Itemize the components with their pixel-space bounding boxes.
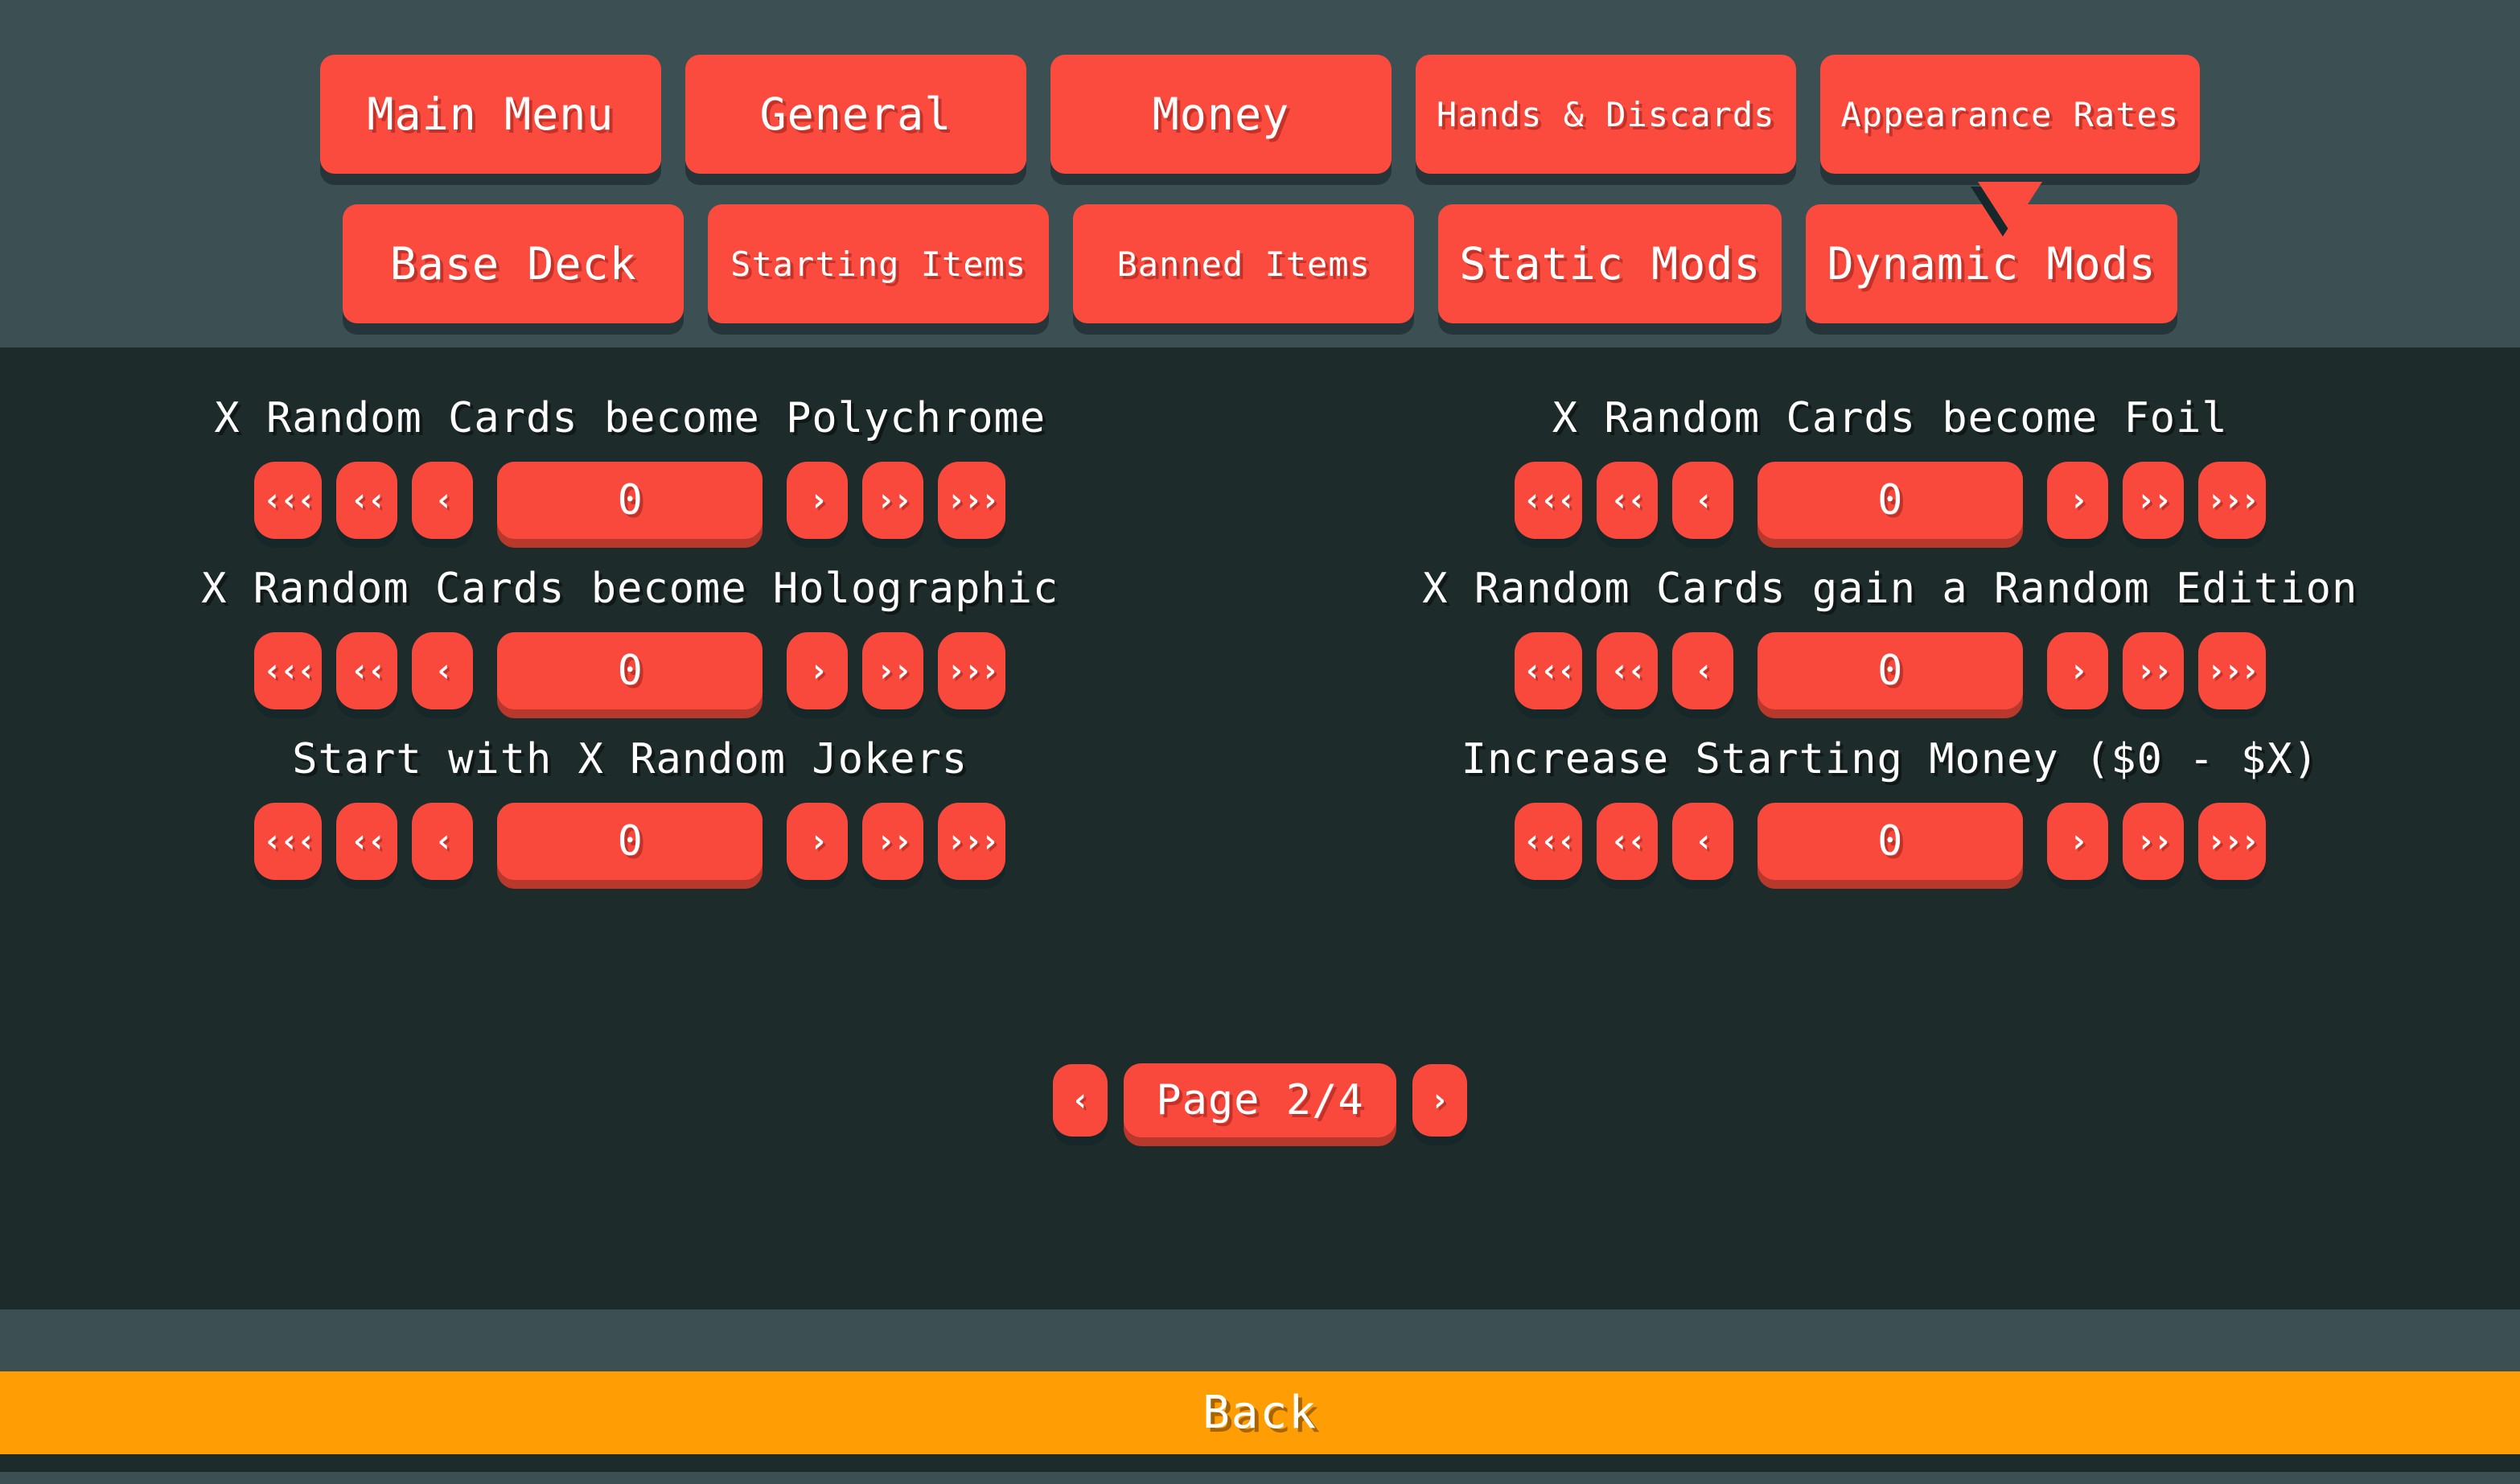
tab-hands-discards[interactable]: Hands & Discards bbox=[1415, 55, 1796, 174]
decrement-large-button[interactable]: ‹‹‹ bbox=[1514, 632, 1582, 709]
increment-small-button[interactable]: › bbox=[2046, 632, 2108, 709]
decrement-medium-button[interactable]: ‹‹ bbox=[336, 632, 398, 709]
value-stepper: ‹‹‹ ‹‹ ‹ 0 › ›› ››› bbox=[0, 632, 1260, 709]
increment-large-button[interactable]: ››› bbox=[938, 803, 1006, 880]
value-stepper: ‹‹‹ ‹‹ ‹ 0 › ›› ››› bbox=[0, 803, 1260, 880]
value-stepper: ‹‹‹ ‹‹ ‹ 0 › ›› ››› bbox=[1260, 462, 2520, 539]
increment-medium-button[interactable]: ›› bbox=[2122, 462, 2184, 539]
tab-row-secondary: Base Deck Starting Items Banned Items Stati… bbox=[0, 204, 2520, 323]
increment-large-button[interactable]: ››› bbox=[938, 462, 1006, 539]
decrement-large-button[interactable]: ‹‹‹ bbox=[254, 462, 323, 539]
setting-row: Increase Starting Money ($0 - $X) ‹‹‹ ‹‹ ‹ 0… bbox=[1260, 735, 2520, 880]
decrement-medium-button[interactable]: ‹‹ bbox=[1596, 462, 1658, 539]
back-button-shadow bbox=[0, 1454, 2520, 1472]
setting-row: X Random Cards become Holographic ‹‹‹ ‹‹ ‹ 0… bbox=[0, 565, 1260, 709]
stepper-value[interactable]: 0 bbox=[497, 462, 763, 539]
stepper-value[interactable]: 0 bbox=[1757, 462, 2023, 539]
decrement-small-button[interactable]: ‹ bbox=[1671, 803, 1733, 880]
setting-row: X Random Cards become Polychrome ‹‹‹ ‹‹ ‹ 0 ›… bbox=[0, 394, 1260, 539]
setting-label: Start with X Random Jokers bbox=[292, 735, 968, 783]
increment-small-button[interactable]: › bbox=[787, 803, 849, 880]
stepper-value[interactable]: 0 bbox=[497, 803, 763, 880]
tab-static-mods[interactable]: Static Mods bbox=[1438, 204, 1782, 323]
setting-label: X Random Cards gain a Random Edition bbox=[1422, 565, 2358, 613]
active-tab-pointer-icon bbox=[1977, 182, 2042, 232]
pagination-next-button[interactable]: › bbox=[1412, 1064, 1467, 1137]
setting-label: X Random Cards become Holographic bbox=[201, 565, 1059, 613]
decrement-small-button[interactable]: ‹ bbox=[412, 632, 474, 709]
increment-medium-button[interactable]: ›› bbox=[862, 462, 924, 539]
footer-spacer bbox=[0, 1309, 2520, 1371]
setting-row: X Random Cards become Foil ‹‹‹ ‹‹ ‹ 0 › ›› ››› bbox=[1260, 394, 2520, 539]
value-stepper: ‹‹‹ ‹‹ ‹ 0 › ›› ››› bbox=[1260, 803, 2520, 880]
settings-panel: X Random Cards become Polychrome ‹‹‹ ‹‹ ‹ 0 ›… bbox=[0, 347, 2520, 1309]
decrement-large-button[interactable]: ‹‹‹ bbox=[254, 632, 323, 709]
decrement-small-button[interactable]: ‹ bbox=[412, 462, 474, 539]
increment-large-button[interactable]: ››› bbox=[938, 632, 1006, 709]
decrement-medium-button[interactable]: ‹‹ bbox=[336, 803, 398, 880]
tab-banned-items[interactable]: Banned Items bbox=[1073, 204, 1415, 323]
tab-base-deck[interactable]: Base Deck bbox=[343, 204, 684, 323]
value-stepper: ‹‹‹ ‹‹ ‹ 0 › ›› ››› bbox=[0, 462, 1260, 539]
value-stepper: ‹‹‹ ‹‹ ‹ 0 › ›› ››› bbox=[1260, 632, 2520, 709]
back-button[interactable]: Back bbox=[0, 1371, 2520, 1454]
decrement-medium-button[interactable]: ‹‹ bbox=[1596, 632, 1658, 709]
decrement-medium-button[interactable]: ‹‹ bbox=[1596, 803, 1658, 880]
tab-header: Main Menu General Money Hands & Discards App… bbox=[0, 0, 2520, 347]
settings-column-left: X Random Cards become Polychrome ‹‹‹ ‹‹ ‹ 0 ›… bbox=[0, 347, 1260, 906]
decrement-small-button[interactable]: ‹ bbox=[1671, 462, 1733, 539]
tab-appearance-rates[interactable]: Appearance Rates bbox=[1819, 55, 2201, 232]
settings-column-right: X Random Cards become Foil ‹‹‹ ‹‹ ‹ 0 › ›› ››› X… bbox=[1260, 347, 2520, 906]
setting-row: Start with X Random Jokers ‹‹‹ ‹‹ ‹ 0 › ›› ››› bbox=[0, 735, 1260, 880]
increment-small-button[interactable]: › bbox=[787, 462, 849, 539]
increment-medium-button[interactable]: ›› bbox=[2122, 803, 2184, 880]
tab-money[interactable]: Money bbox=[1050, 55, 1392, 174]
tab-main-menu[interactable]: Main Menu bbox=[319, 55, 661, 174]
increment-medium-button[interactable]: ›› bbox=[862, 803, 924, 880]
tab-row-primary: Main Menu General Money Hands & Discards App… bbox=[0, 55, 2520, 232]
decrement-large-button[interactable]: ‹‹‹ bbox=[254, 803, 323, 880]
setting-label: X Random Cards become Polychrome bbox=[214, 394, 1046, 442]
tab-starting-items[interactable]: Starting Items bbox=[708, 204, 1050, 323]
pagination-prev-button[interactable]: ‹ bbox=[1053, 1064, 1108, 1137]
pagination-control: ‹ Page 2/4 › bbox=[0, 1063, 2520, 1137]
decrement-medium-button[interactable]: ‹‹ bbox=[336, 462, 398, 539]
stepper-value[interactable]: 0 bbox=[1757, 803, 2023, 880]
increment-large-button[interactable]: ››› bbox=[2197, 462, 2266, 539]
decrement-small-button[interactable]: ‹ bbox=[1671, 632, 1733, 709]
decrement-large-button[interactable]: ‹‹‹ bbox=[1514, 803, 1582, 880]
bottom-strip bbox=[0, 1472, 2520, 1484]
decrement-small-button[interactable]: ‹ bbox=[412, 803, 474, 880]
stepper-value[interactable]: 0 bbox=[497, 632, 763, 709]
tab-general[interactable]: General bbox=[684, 55, 1026, 174]
setting-label: Increase Starting Money ($0 - $X) bbox=[1461, 735, 2319, 783]
increment-medium-button[interactable]: ›› bbox=[2122, 632, 2184, 709]
increment-small-button[interactable]: › bbox=[2046, 462, 2108, 539]
increment-large-button[interactable]: ››› bbox=[2197, 803, 2266, 880]
setting-label: X Random Cards become Foil bbox=[1552, 394, 2228, 442]
stepper-value[interactable]: 0 bbox=[1757, 632, 2023, 709]
increment-small-button[interactable]: › bbox=[787, 632, 849, 709]
increment-small-button[interactable]: › bbox=[2046, 803, 2108, 880]
increment-large-button[interactable]: ››› bbox=[2197, 632, 2266, 709]
pagination-label: Page 2/4 bbox=[1124, 1063, 1396, 1137]
decrement-large-button[interactable]: ‹‹‹ bbox=[1514, 462, 1582, 539]
setting-row: X Random Cards gain a Random Edition ‹‹‹ ‹… bbox=[1260, 565, 2520, 709]
increment-medium-button[interactable]: ›› bbox=[862, 632, 924, 709]
settings-columns: X Random Cards become Polychrome ‹‹‹ ‹‹ ‹ 0 ›… bbox=[0, 347, 2520, 906]
